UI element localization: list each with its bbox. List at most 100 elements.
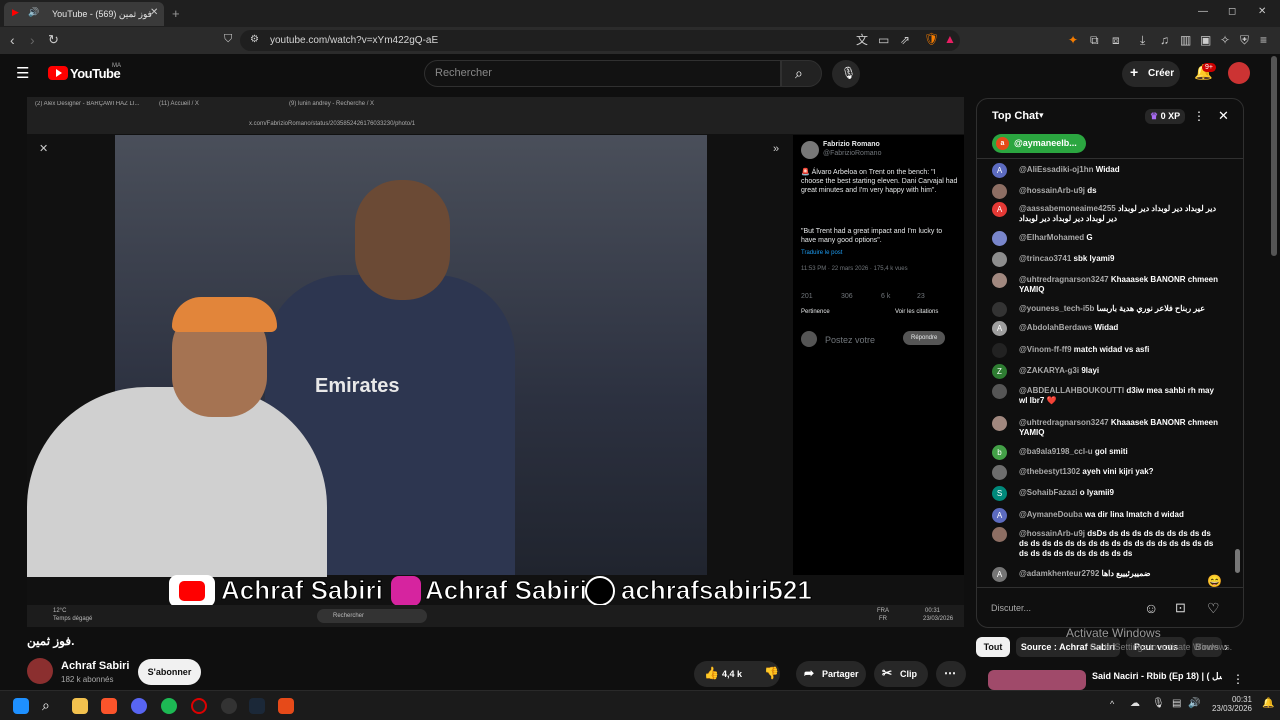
- video-player[interactable]: (2) Alex Designer - BARÇAWI HAZ LI... (1…: [27, 97, 964, 627]
- minimize-icon[interactable]: —: [1198, 7, 1208, 17]
- notification-center-icon[interactable]: 🔔: [1262, 699, 1274, 709]
- chat-avatar[interactable]: [992, 302, 1007, 317]
- voice-search-button[interactable]: 🎙: [832, 60, 860, 88]
- close-window-icon[interactable]: ✕: [1258, 7, 1266, 17]
- more-actions-button[interactable]: ⋯: [936, 661, 966, 687]
- windows-start-icon[interactable]: [13, 698, 29, 714]
- sidebar-icon[interactable]: ▥: [1180, 34, 1191, 46]
- recommended-more-icon[interactable]: ⋮: [1232, 673, 1244, 685]
- mic-tray-icon[interactable]: 🎙: [1152, 699, 1165, 709]
- chat-avatar[interactable]: [992, 416, 1007, 431]
- chat-avatar[interactable]: [992, 252, 1007, 267]
- recommended-thumbnail[interactable]: [988, 670, 1086, 690]
- chat-username[interactable]: @AbdolahBerdaws: [1019, 323, 1092, 332]
- download-icon[interactable]: ⤓: [1140, 34, 1145, 46]
- brave-browser-icon[interactable]: [101, 698, 117, 714]
- search-input[interactable]: Rechercher: [424, 60, 781, 87]
- chat-avatar[interactable]: [992, 273, 1007, 288]
- share-button[interactable]: ➦ Partager: [796, 661, 866, 687]
- leo-icon[interactable]: ✧: [1220, 34, 1230, 46]
- more-options-icon[interactable]: ⋮: [1193, 110, 1205, 122]
- chevron-down-icon[interactable]: ▾: [1039, 111, 1044, 120]
- chat-username[interactable]: @uhtredragnarson3247: [1019, 418, 1109, 427]
- browser-tab[interactable]: ▶ 🔊 YouTube - فوز ثمين (569) ✕: [4, 2, 164, 26]
- share-icon[interactable]: ⇗: [900, 34, 910, 46]
- chat-username[interactable]: @ba9ala9198_ccl-u: [1019, 447, 1093, 456]
- game-app-icon[interactable]: [191, 698, 207, 714]
- wallet-icon[interactable]: ▣: [1200, 34, 1211, 46]
- chat-avatar[interactable]: A: [992, 508, 1007, 523]
- close-chat-icon[interactable]: ✕: [1218, 109, 1229, 122]
- channel-name[interactable]: Achraf Sabiri: [61, 660, 129, 672]
- chat-username[interactable]: @thebestyt1302: [1019, 467, 1080, 476]
- clip-button[interactable]: ✂ Clip: [874, 661, 928, 687]
- emoji-reaction-icon[interactable]: 😄: [1207, 575, 1222, 587]
- rewards-icon[interactable]: ▲: [944, 33, 956, 45]
- translate-icon[interactable]: 文: [856, 34, 868, 46]
- chat-username[interactable]: @AymaneDouba: [1019, 510, 1083, 519]
- chat-avatar[interactable]: [992, 184, 1007, 199]
- url-field[interactable]: ⚙ youtube.com/watch?v=xYm422gQ-aE: [240, 30, 960, 51]
- bookmark-icon[interactable]: ⛉: [224, 34, 232, 45]
- create-button[interactable]: + Créer: [1122, 61, 1180, 87]
- chat-username[interactable]: @adamkhenteur2792: [1019, 569, 1099, 578]
- chat-avatar[interactable]: [992, 231, 1007, 246]
- thumbs-down-icon[interactable]: 👎: [764, 667, 779, 679]
- chat-avatar[interactable]: A: [992, 163, 1007, 178]
- puzzle-icon[interactable]: ⧉: [1090, 34, 1099, 46]
- chat-username[interactable]: @SohaibFazazi: [1019, 488, 1077, 497]
- back-icon[interactable]: ‹: [10, 33, 15, 47]
- chip-all[interactable]: Tout: [976, 637, 1010, 657]
- chat-avatar[interactable]: [992, 343, 1007, 358]
- music-icon[interactable]: ♫: [1160, 34, 1169, 46]
- chat-username[interactable]: @trincao3741: [1019, 254, 1071, 263]
- chat-avatar[interactable]: [992, 384, 1007, 399]
- chat-avatar[interactable]: A: [992, 202, 1007, 217]
- vpn-icon[interactable]: ⛨: [1240, 34, 1249, 46]
- chat-avatar[interactable]: b: [992, 445, 1007, 460]
- obs-icon[interactable]: [221, 698, 237, 714]
- search-button[interactable]: ⌕: [781, 60, 822, 87]
- chat-username[interactable]: @ElharMohamed: [1019, 233, 1084, 242]
- chat-avatar[interactable]: Z: [992, 364, 1007, 379]
- chat-username[interactable]: @youness_tech-i5b: [1019, 304, 1094, 313]
- speaker-icon[interactable]: 🔊: [28, 8, 39, 17]
- chat-input[interactable]: Discuter...: [991, 598, 1141, 620]
- chat-username[interactable]: @uhtredragnarson3247: [1019, 275, 1109, 284]
- chat-avatar[interactable]: A: [992, 321, 1007, 336]
- cast-icon[interactable]: ▭: [878, 34, 889, 46]
- forward-icon[interactable]: ›: [30, 33, 35, 47]
- spotify-icon[interactable]: [161, 698, 177, 714]
- site-info-icon[interactable]: ⚙: [250, 35, 259, 45]
- brave-shield-icon[interactable]: 🛡: [924, 33, 939, 45]
- pip-icon[interactable]: ⧈: [1112, 34, 1120, 46]
- chat-username[interactable]: @hossainArb-u9j: [1019, 186, 1085, 195]
- cloud-icon[interactable]: ☁: [1130, 699, 1140, 709]
- maximize-icon[interactable]: ◻: [1228, 7, 1236, 17]
- tray-chevron-icon[interactable]: ^: [1110, 700, 1114, 709]
- subscribe-button[interactable]: S'abonner: [138, 659, 201, 685]
- recommended-title[interactable]: Said Naciri - Rbib (Ep 18) | ( مسلسل: [1092, 671, 1222, 682]
- chat-avatar[interactable]: [992, 527, 1007, 542]
- discord-icon[interactable]: [131, 698, 147, 714]
- chat-username[interactable]: @Vinom-ff-ff9: [1019, 345, 1072, 354]
- network-icon[interactable]: ▤: [1172, 699, 1181, 709]
- active-app-icon[interactable]: [278, 698, 294, 714]
- file-explorer-icon[interactable]: [72, 698, 88, 714]
- hamburger-menu-icon[interactable]: ☰: [16, 66, 29, 81]
- chat-username[interactable]: @hossainArb-u9j: [1019, 529, 1085, 538]
- reload-icon[interactable]: ↻: [48, 33, 59, 46]
- super-chat-icon[interactable]: ⊡: [1175, 601, 1186, 614]
- chat-avatar[interactable]: A: [992, 567, 1007, 582]
- chat-avatar[interactable]: [992, 465, 1007, 480]
- system-clock[interactable]: 00:31 23/03/2026: [1204, 695, 1252, 713]
- volume-icon[interactable]: 🔊: [1188, 699, 1200, 709]
- chat-scroll-thumb[interactable]: [1235, 549, 1240, 573]
- chat-mode-label[interactable]: Top Chat: [992, 110, 1039, 122]
- menu-icon[interactable]: ≡: [1260, 34, 1267, 46]
- emoji-icon[interactable]: ☺: [1144, 601, 1158, 615]
- taskbar-search-icon[interactable]: ⌕: [42, 698, 50, 712]
- chat-username[interactable]: @ZAKARYA-g3i: [1019, 366, 1079, 375]
- steam-icon[interactable]: [249, 698, 265, 714]
- channel-avatar[interactable]: [27, 658, 53, 684]
